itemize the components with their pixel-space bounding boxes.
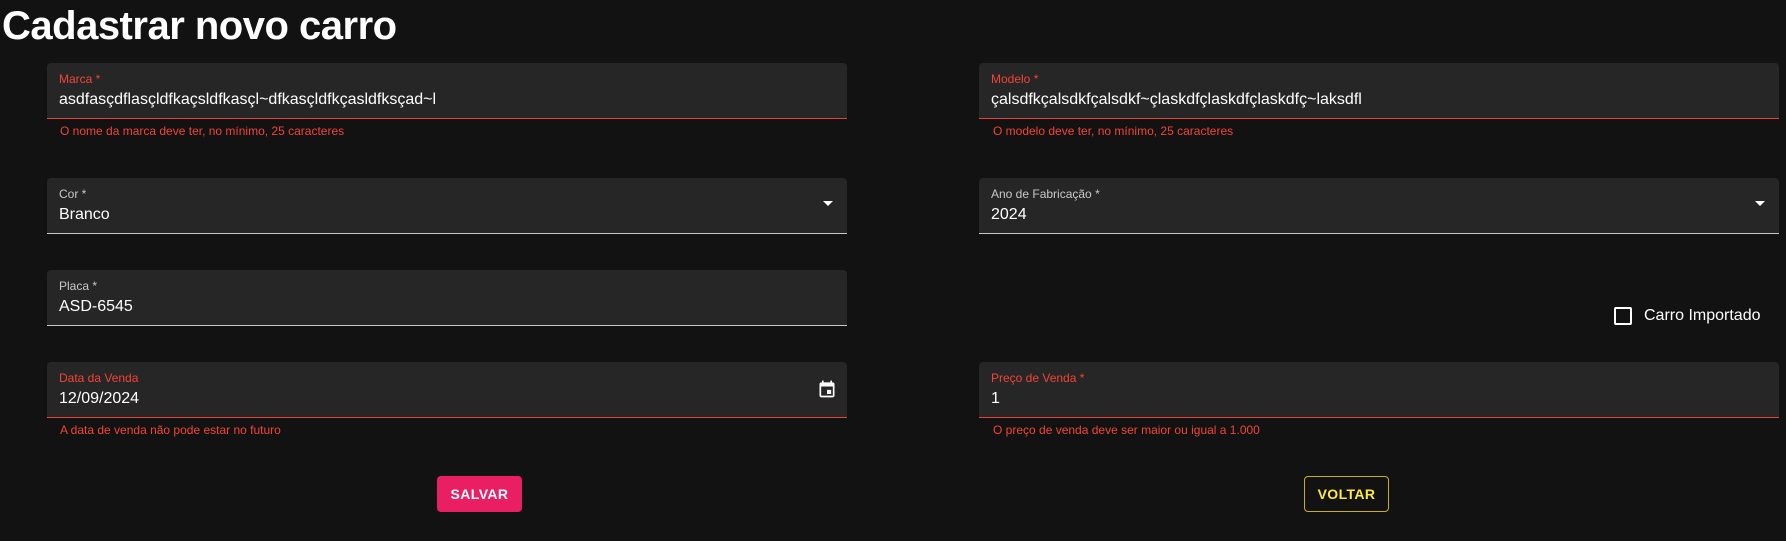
preco-venda-error: O preço de venda deve ser maior ou igual… bbox=[993, 423, 1260, 437]
data-venda-input[interactable]: 12/09/2024 bbox=[59, 390, 139, 408]
ano-value: 2024 bbox=[991, 206, 1027, 223]
preco-venda-label: Preço de Venda * bbox=[991, 371, 1085, 385]
importado-checkbox[interactable]: Carro Importado bbox=[1614, 305, 1761, 327]
cor-value: Branco bbox=[59, 206, 110, 223]
page-title: Cadastrar novo carro bbox=[2, 4, 397, 48]
save-button[interactable]: SALVAR bbox=[437, 476, 522, 512]
cor-select[interactable]: Cor * Branco bbox=[47, 178, 847, 234]
marca-field[interactable]: Marca * asdfasçdflasçldfkaçsldfkasçl~dfk… bbox=[47, 63, 847, 119]
data-venda-field[interactable]: Data da Venda 12/09/2024 bbox=[47, 362, 847, 418]
cor-label: Cor * bbox=[59, 187, 87, 201]
modelo-error: O modelo deve ter, no mínimo, 25 caracte… bbox=[993, 124, 1234, 138]
modelo-field[interactable]: Modelo * çalsdfkçalsdkfçalsdkf~çlaskdfçl… bbox=[979, 63, 1779, 119]
modelo-label: Modelo * bbox=[991, 72, 1039, 86]
placa-field[interactable]: Placa * ASD-6545 bbox=[47, 270, 847, 326]
preco-venda-field[interactable]: Preço de Venda * 1 bbox=[979, 362, 1779, 418]
back-button[interactable]: VOLTAR bbox=[1304, 476, 1389, 512]
preco-venda-input[interactable]: 1 bbox=[991, 390, 1000, 408]
page: Cadastrar novo carro Marca * asdfasçdfla… bbox=[0, 0, 1786, 541]
data-venda-label: Data da Venda bbox=[59, 371, 139, 385]
modelo-input[interactable]: çalsdfkçalsdkfçalsdkf~çlaskdfçlaskdfçlas… bbox=[991, 91, 1362, 109]
marca-input[interactable]: asdfasçdflasçldfkaçsldfkasçl~dfkasçldfkç… bbox=[59, 91, 436, 109]
cor-dropdown-arrow-icon[interactable] bbox=[823, 201, 833, 206]
importado-label[interactable]: Carro Importado bbox=[1644, 307, 1761, 325]
calendar-icon[interactable] bbox=[817, 379, 837, 399]
checkbox-unchecked-icon[interactable] bbox=[1614, 307, 1632, 325]
placa-input[interactable]: ASD-6545 bbox=[59, 298, 133, 316]
ano-label: Ano de Fabricação * bbox=[991, 187, 1100, 201]
ano-dropdown-arrow-icon[interactable] bbox=[1755, 201, 1765, 206]
marca-error: O nome da marca deve ter, no mínimo, 25 … bbox=[60, 124, 345, 138]
ano-select[interactable]: Ano de Fabricação * 2024 bbox=[979, 178, 1779, 234]
marca-label: Marca * bbox=[59, 72, 101, 86]
data-venda-error: A data de venda não pode estar no futuro bbox=[60, 423, 281, 437]
placa-label: Placa * bbox=[59, 279, 98, 293]
